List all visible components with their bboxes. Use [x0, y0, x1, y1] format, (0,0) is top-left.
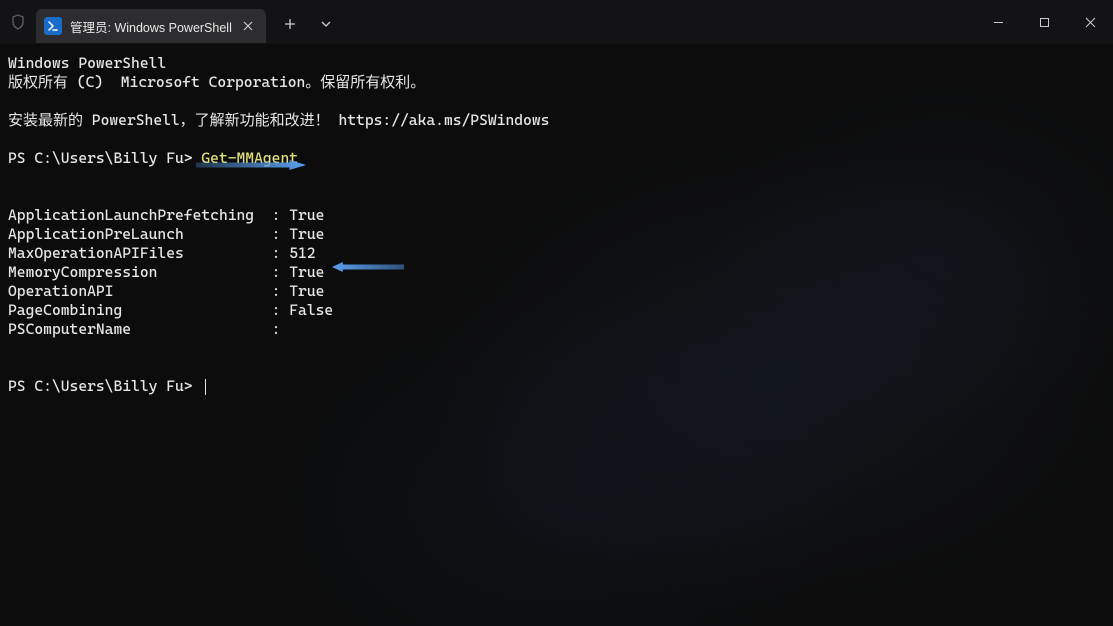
tab-title: 管理员: Windows PowerShell [70, 17, 232, 36]
output-row: MemoryCompression : True [8, 263, 324, 281]
terminal-output[interactable]: Windows PowerShell 版权所有 (C) Microsoft Co… [0, 44, 1113, 406]
tab-close-button[interactable] [240, 18, 256, 34]
output-row: PSComputerName : [8, 320, 280, 338]
shield-icon [0, 14, 36, 30]
ps-banner-line2: 版权所有 (C) Microsoft Corporation。保留所有权利。 [8, 73, 425, 91]
annotation-arrow-memorycompression [332, 262, 404, 272]
close-button[interactable] [1067, 0, 1113, 44]
output-row: ApplicationLaunchPrefetching : True [8, 206, 324, 224]
ps-banner-line1: Windows PowerShell [8, 54, 166, 72]
output-row: OperationAPI : True [8, 282, 324, 300]
window-controls [975, 0, 1113, 44]
output-row: ApplicationPreLaunch : True [8, 225, 324, 243]
ps-install-hint: 安装最新的 PowerShell，了解新功能和改进！ https://aka.m… [8, 111, 549, 129]
output-row: MaxOperationAPIFiles : 512 [8, 244, 316, 262]
output-row: PageCombining : False [8, 301, 333, 319]
powershell-icon [44, 17, 62, 35]
annotation-arrow-command [196, 160, 306, 170]
prompt-1-prefix: PS C:\Users\Billy Fu> [8, 149, 201, 167]
minimize-button[interactable] [975, 0, 1021, 44]
tab-dropdown-button[interactable] [310, 9, 342, 39]
titlebar[interactable]: 管理员: Windows PowerShell [0, 0, 1113, 44]
maximize-button[interactable] [1021, 0, 1067, 44]
prompt-2: PS C:\Users\Billy Fu> [8, 377, 201, 395]
cursor [205, 379, 206, 395]
tab-powershell[interactable]: 管理员: Windows PowerShell [36, 9, 266, 43]
new-tab-button[interactable] [274, 9, 306, 39]
